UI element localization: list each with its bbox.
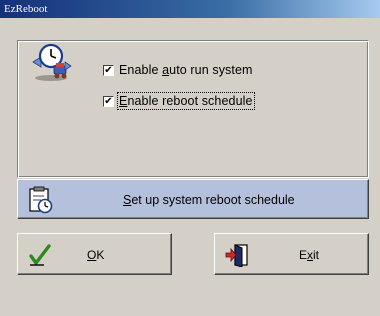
reboot-schedule-checkbox[interactable]: ✔ bbox=[103, 95, 114, 107]
ezreboot-window: EzReboot ✔ Enable auto run system ✔ Enab… bbox=[0, 0, 380, 316]
auto-run-checkbox-row[interactable]: ✔ Enable auto run system bbox=[103, 62, 253, 78]
green-checkmark-icon bbox=[29, 244, 51, 266]
setup-reboot-schedule-button[interactable]: Set up system reboot schedule bbox=[17, 179, 369, 219]
auto-run-label-before: Enable bbox=[119, 63, 163, 77]
exit-label-before: E bbox=[299, 248, 308, 262]
auto-run-checkbox[interactable]: ✔ bbox=[103, 64, 114, 76]
window-title: EzReboot bbox=[4, 3, 48, 15]
reboot-schedule-checkbox-row[interactable]: ✔ Enable reboot schedule bbox=[103, 92, 255, 110]
clipboard-clock-icon bbox=[29, 186, 53, 214]
reboot-schedule-label-after: nable reboot schedule bbox=[127, 94, 253, 108]
auto-run-label-after: uto run system bbox=[169, 63, 253, 77]
exit-door-icon bbox=[225, 244, 248, 267]
ok-button[interactable]: OK bbox=[17, 233, 172, 275]
setup-label-after: et up system reboot schedule bbox=[131, 193, 295, 207]
ok-label: OK bbox=[87, 248, 104, 262]
ok-label-accel: O bbox=[87, 248, 97, 262]
ok-label-after: K bbox=[96, 248, 105, 262]
auto-run-label: Enable auto run system bbox=[119, 63, 253, 77]
exit-label: Exit bbox=[299, 248, 319, 262]
title-bar[interactable]: EzReboot bbox=[0, 0, 380, 18]
clock-network-icon bbox=[32, 43, 72, 81]
exit-label-after: it bbox=[313, 248, 320, 262]
setup-reboot-schedule-label: Set up system reboot schedule bbox=[123, 193, 295, 207]
reboot-schedule-label: Enable reboot schedule bbox=[117, 92, 255, 110]
exit-button[interactable]: Exit bbox=[214, 233, 369, 275]
